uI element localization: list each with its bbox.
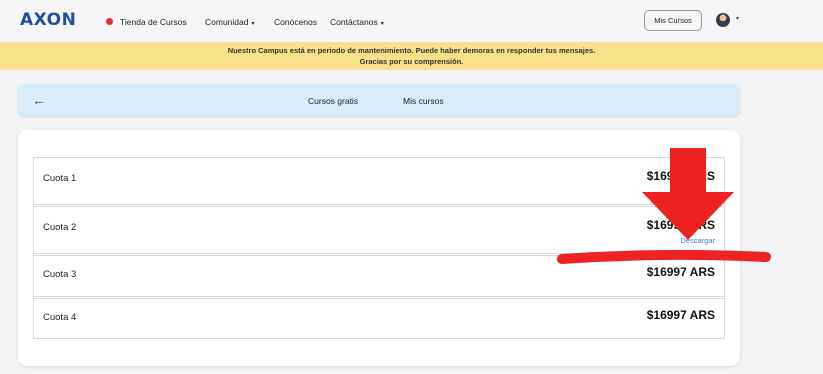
nav-contactanos[interactable]: Contáctanos ▾ <box>330 17 384 27</box>
cuota-label: Cuota 4 <box>43 312 77 323</box>
mis-cursos-button[interactable]: Mis Cursos <box>644 10 702 31</box>
cuota-amount: $16997 ARS <box>646 218 715 232</box>
nav-comunidad-label: Comunidad <box>205 17 249 27</box>
cuota-row: Cuota 4 $16997 ARS <box>33 298 725 339</box>
cuotas-card: Cuota 1 $16997 ARS Cuota 2 $16997 ARS De… <box>18 130 740 366</box>
cuota-label: Cuota 2 <box>43 222 77 233</box>
cuota-amount: $16997 ARS <box>646 308 715 322</box>
nav-conocenos[interactable]: Conócenos <box>274 17 317 27</box>
banner-line-1: Nuestro Campus está en periodo de manten… <box>227 46 596 55</box>
nav-tienda-de-cursos[interactable]: Tienda de Cursos <box>120 17 187 27</box>
descargar-link[interactable]: Descargar <box>680 236 715 245</box>
banner-line-2: Gracias por su comprensión. <box>359 57 464 66</box>
live-dot-icon <box>106 18 113 25</box>
cuota-amount: $16997 ARS <box>646 265 715 279</box>
cuota-row: Cuota 3 $16997 ARS <box>33 255 725 297</box>
subnav-mis-cursos[interactable]: Mis cursos <box>403 96 444 106</box>
cuota-row: Cuota 1 $16997 ARS <box>33 157 725 205</box>
chevron-down-icon: ▾ <box>251 21 255 27</box>
chevron-down-icon[interactable]: ▾ <box>736 15 739 22</box>
nav-comunidad[interactable]: Comunidad ▾ <box>205 17 255 27</box>
maintenance-banner: Nuestro Campus está en periodo de manten… <box>0 42 823 70</box>
sub-navbar: ← Cursos gratis Mis cursos <box>18 84 740 116</box>
cuota-label: Cuota 1 <box>43 173 77 184</box>
axon-logo[interactable]: AXON <box>20 10 76 30</box>
back-arrow-icon[interactable]: ← <box>32 92 46 108</box>
top-navbar: AXON Tienda de Cursos Comunidad ▾ Conócen… <box>0 0 823 42</box>
avatar[interactable] <box>716 13 730 27</box>
cuota-row: Cuota 2 $16997 ARS Descargar <box>33 206 725 254</box>
nav-contactanos-label: Contáctanos <box>330 17 378 27</box>
subnav-cursos-gratis[interactable]: Cursos gratis <box>308 96 358 106</box>
chevron-down-icon: ▾ <box>380 21 384 27</box>
cuota-amount: $16997 ARS <box>646 169 715 183</box>
cuota-label: Cuota 3 <box>43 269 77 280</box>
